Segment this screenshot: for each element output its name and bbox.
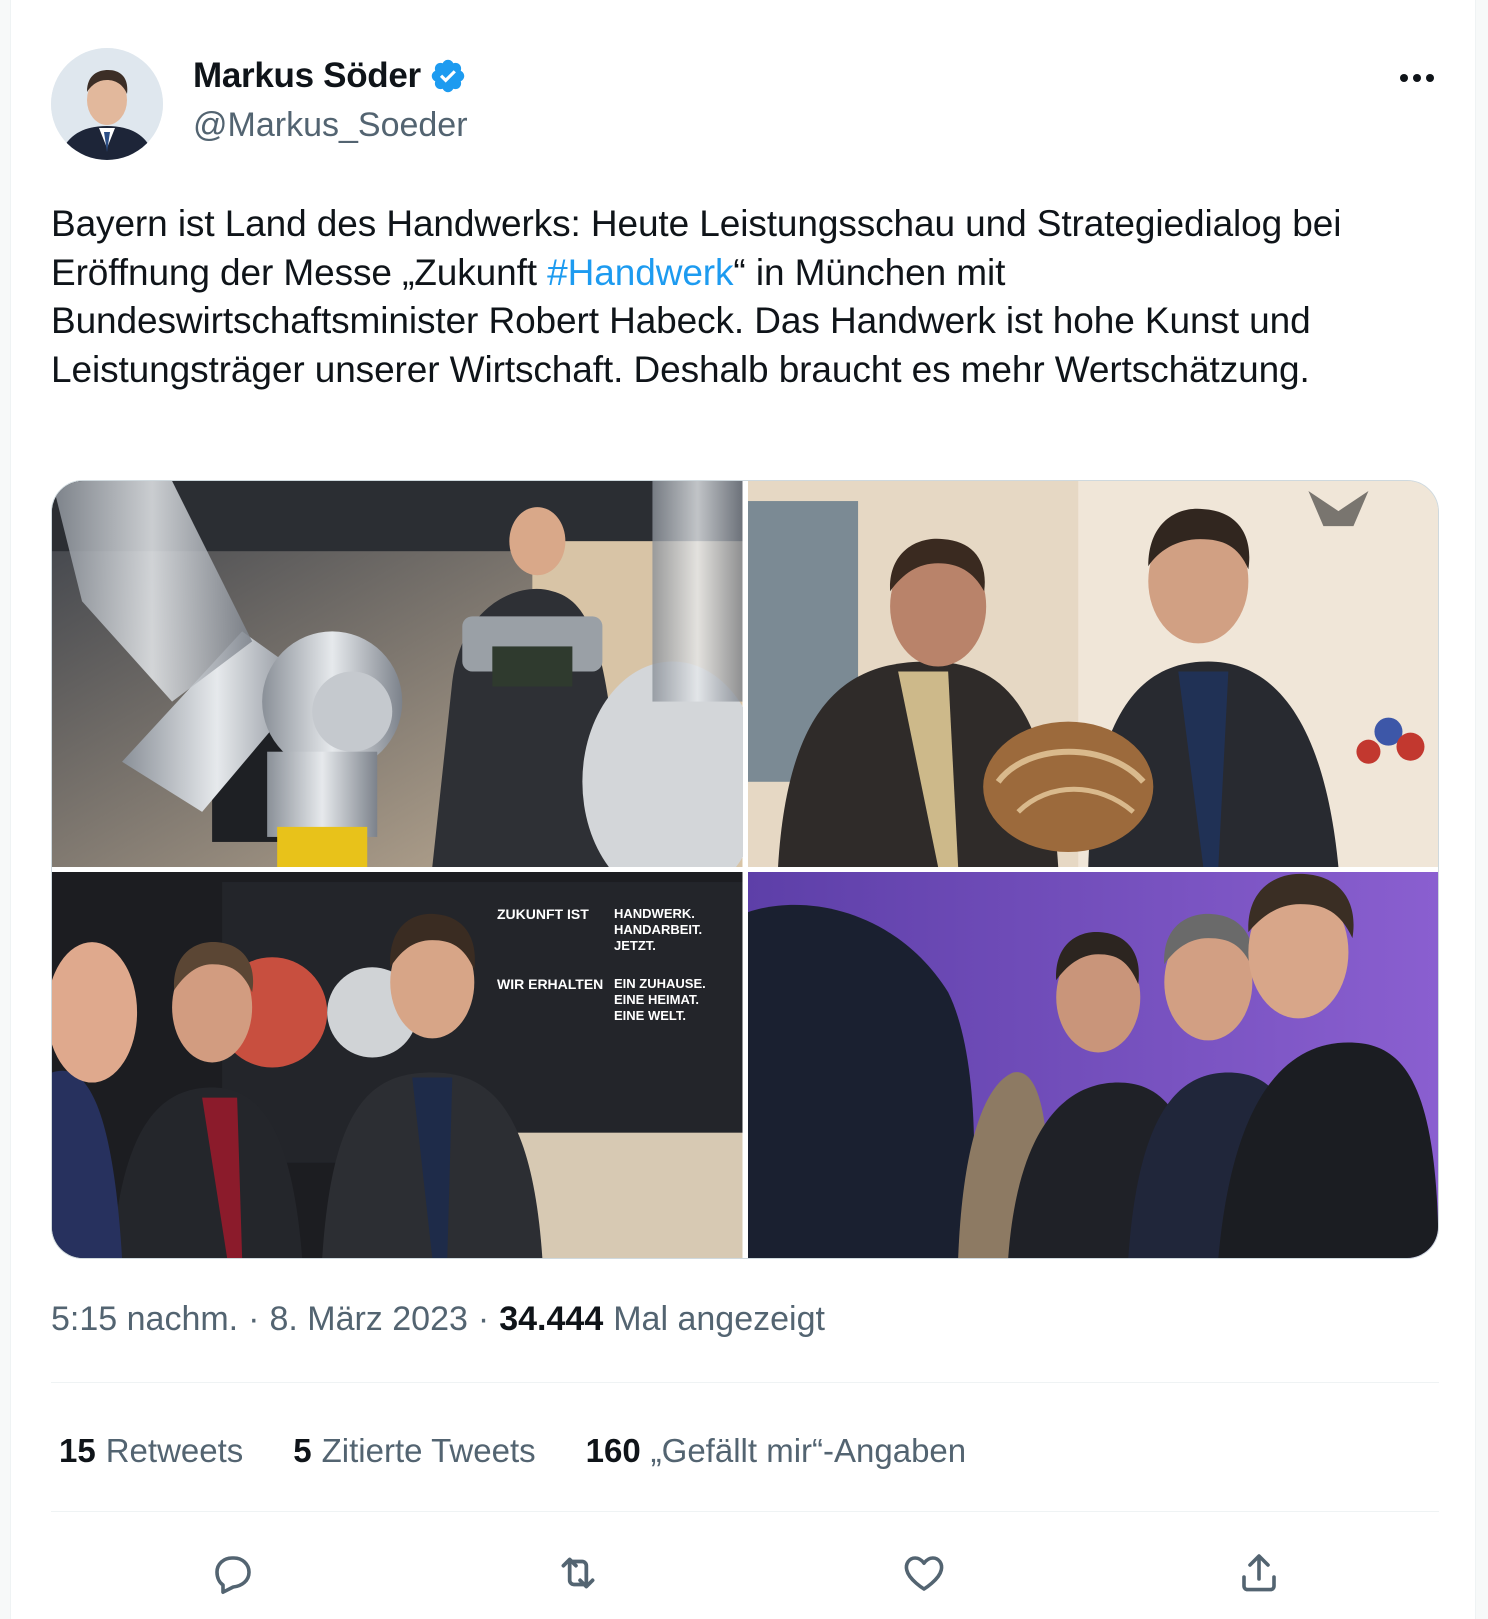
- display-name[interactable]: Markus Söder: [193, 56, 421, 96]
- divider: [51, 1382, 1439, 1383]
- booth-sign-line: EIN ZUHAUSE.: [614, 976, 706, 991]
- meta-separator: ·: [477, 1300, 490, 1338]
- booth-sign-line: EINE WELT.: [614, 1008, 686, 1023]
- quotes-label: Zitierte Tweets: [321, 1432, 536, 1469]
- media-grid: ZUKUNFT IST WIR ERHALTEN HANDWERK. HANDA…: [51, 480, 1439, 1259]
- like-button[interactable]: [896, 1545, 952, 1601]
- verified-badge-icon: [431, 59, 465, 93]
- booth-sign-line: HANDARBEIT.: [614, 922, 703, 937]
- like-icon: [904, 1556, 944, 1591]
- retweet-button[interactable]: [550, 1545, 606, 1601]
- likes-label: „Gefällt mir“-Angaben: [650, 1432, 967, 1469]
- views-count: 34.444: [499, 1300, 604, 1338]
- tweet-time[interactable]: 5:15 nachm.: [51, 1300, 238, 1339]
- tweet-card: Markus Söder @Markus_Soeder Bayern ist L…: [10, 0, 1476, 1619]
- quotes-count: 5: [293, 1432, 312, 1469]
- meta-separator: ·: [248, 1300, 260, 1338]
- photo-bread-handover[interactable]: [747, 481, 1438, 867]
- bread-photo-icon: [747, 481, 1438, 867]
- views-label: Mal angezeigt: [613, 1300, 825, 1338]
- likes-stat[interactable]: 160 „Gefällt mir“-Angaben: [586, 1432, 967, 1470]
- retweets-label: Retweets: [105, 1432, 244, 1469]
- action-bar: [51, 1545, 1439, 1605]
- reply-icon: [215, 1556, 251, 1594]
- avatar[interactable]: [51, 48, 163, 160]
- more-options-button[interactable]: [1397, 60, 1437, 96]
- likes-count: 160: [585, 1432, 641, 1469]
- photo-robot-arm-tablet[interactable]: [52, 481, 743, 867]
- divider: [51, 1511, 1439, 1512]
- tweet-text: Bayern ist Land des Handwerks: Heute Lei…: [51, 200, 1411, 394]
- booth-sign-left-bottom: WIR ERHALTEN: [497, 976, 604, 992]
- robot-arm-photo-icon: [52, 481, 743, 867]
- retweet-icon: [561, 1557, 595, 1589]
- photo-exhibition-booth[interactable]: ZUKUNFT IST WIR ERHALTEN HANDWERK. HANDA…: [52, 872, 743, 1258]
- booth-sign-line: EINE HEIMAT.: [614, 992, 699, 1007]
- booth-sign-line: HANDWERK.: [614, 906, 695, 921]
- retweets-count: 15: [59, 1432, 96, 1469]
- booth-sign-line: JETZT.: [614, 938, 656, 953]
- hashtag-link[interactable]: #Handwerk: [547, 252, 733, 293]
- booth-sign-right-bottom: EIN ZUHAUSE. EINE HEIMAT. EINE WELT.: [614, 976, 706, 1024]
- more-dots-icon: [1400, 74, 1434, 82]
- booth-sign-left-top: ZUKUNFT IST: [497, 906, 589, 922]
- tweet-date[interactable]: 8. März 2023: [269, 1300, 467, 1339]
- retweets-stat[interactable]: 15 Retweets: [59, 1432, 243, 1470]
- quote-tweets-stat[interactable]: 5 Zitierte Tweets: [293, 1432, 535, 1470]
- profile-photo-icon: [51, 48, 163, 160]
- panel-photo-icon: [747, 872, 1438, 1258]
- booth-sign-right-top: HANDWERK. HANDARBEIT. JETZT.: [614, 906, 702, 954]
- reply-button[interactable]: [205, 1545, 261, 1601]
- share-icon: [1242, 1554, 1276, 1592]
- photo-panel-discussion[interactable]: [747, 872, 1438, 1258]
- user-handle[interactable]: @Markus_Soeder: [193, 106, 468, 145]
- tweet-meta: 5:15 nachm. · 8. März 2023 · 34.444 Mal …: [51, 1300, 825, 1339]
- share-button[interactable]: [1231, 1545, 1287, 1601]
- author-name-row: Markus Söder: [193, 56, 467, 96]
- engagement-stats: 15 Retweets 5 Zitierte Tweets 160 „Gefäl…: [59, 1432, 1016, 1470]
